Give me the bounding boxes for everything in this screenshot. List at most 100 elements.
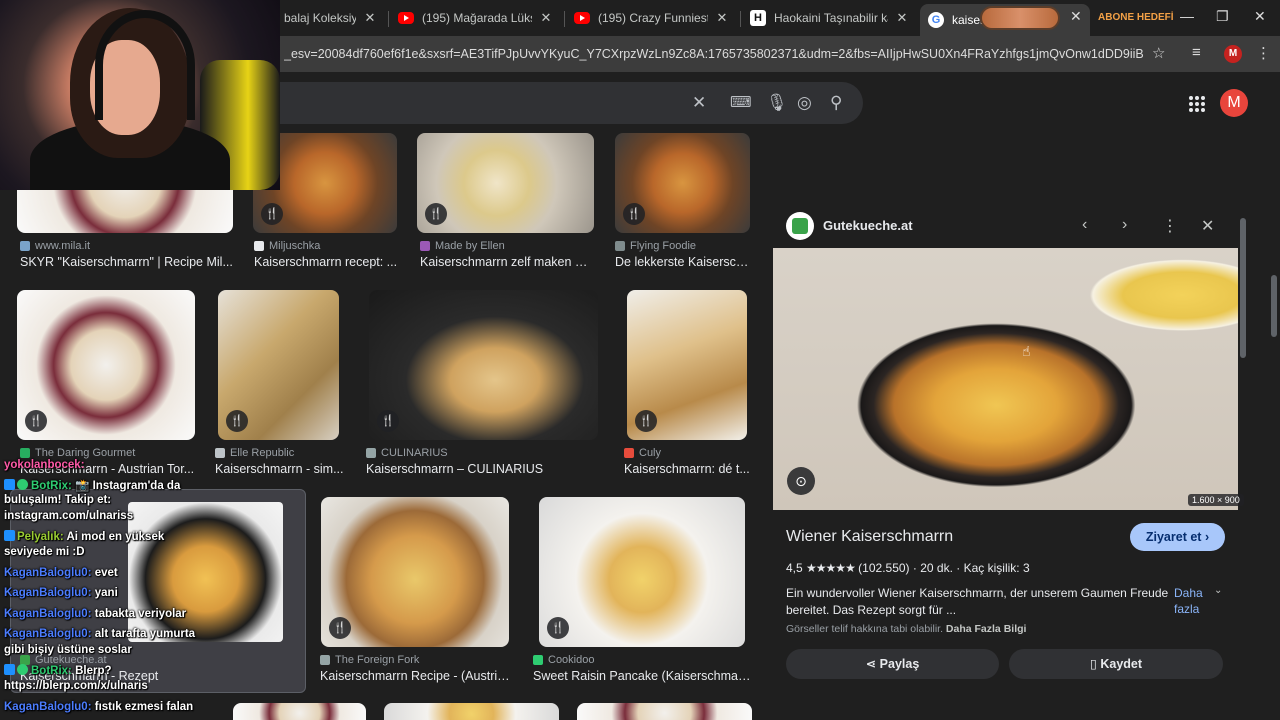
tab-1[interactable]: (195) Mağarada Lüks Akşa ✕ — [390, 4, 562, 32]
recipe-badge-icon: 🍴 — [623, 203, 645, 225]
rating-value: 4,5 — [786, 561, 803, 575]
chat-username: KaganBaloglu0: — [4, 628, 92, 640]
result-image[interactable] — [384, 703, 559, 720]
account-avatar[interactable]: M — [1220, 89, 1248, 117]
search-input[interactable] — [200, 82, 863, 124]
result-title[interactable]: Kaiserschmarrn: dé t... — [624, 462, 752, 476]
close-icon[interactable]: ✕ — [1070, 8, 1082, 25]
source-label: Cookidoo — [548, 654, 595, 666]
recipe-badge-icon: 🍴 — [425, 203, 447, 225]
stream-goal-bar — [980, 6, 1060, 30]
clear-search-icon[interactable]: ✕ — [692, 93, 706, 113]
close-icon[interactable]: ✕ — [538, 10, 554, 26]
keyboard-icon[interactable]: ⌨ — [730, 93, 752, 111]
next-icon[interactable]: › — [1122, 216, 1127, 234]
tab-2[interactable]: (195) Crazy Funniest Video ✕ — [566, 4, 738, 32]
chat-line: buluşalım! Takip et: — [4, 494, 111, 506]
save-label: Kaydet — [1100, 657, 1143, 671]
close-icon[interactable]: ✕ — [362, 10, 378, 26]
site-favicon — [420, 241, 430, 251]
moderator-badge-icon — [4, 664, 15, 675]
result-source: Culy — [624, 447, 661, 459]
panel-scrollbar[interactable] — [1240, 218, 1246, 358]
cook-time: 20 dk. — [920, 561, 953, 575]
site-favicon — [533, 655, 543, 665]
result-title[interactable]: Kaiserschmarrn zelf maken m... — [420, 255, 595, 269]
recipe-badge-icon: 🍴 — [329, 617, 351, 639]
result-title[interactable]: De lekkerste Kaiserschm... — [615, 255, 753, 269]
source-label: Culy — [639, 447, 662, 459]
site-favicon — [366, 448, 376, 458]
browser-menu-icon[interactable]: ⋮ — [1256, 44, 1271, 62]
browser-profile-avatar[interactable]: M — [1224, 45, 1242, 63]
close-icon[interactable]: ✕ — [894, 10, 910, 26]
maximize-icon[interactable]: ❐ — [1216, 8, 1229, 25]
save-button[interactable]: ▯ Kaydet — [1009, 649, 1223, 679]
lens-icon[interactable]: ◎ — [797, 93, 812, 113]
previous-icon[interactable]: ‹ — [1082, 216, 1087, 234]
lens-search-icon[interactable]: ⊙ — [787, 467, 815, 495]
result-source: Miljuschka — [254, 240, 320, 252]
address-bar[interactable]: _esv=20084df760ef6f1e&sxsrf=AE3TifPJpUvv… — [284, 47, 1144, 61]
tab-title: (195) Mağarada Lüks Akşa — [422, 11, 532, 25]
chat-username: KaganBaloglu0: — [4, 701, 92, 713]
moderator-badge-icon — [4, 530, 15, 541]
more-link[interactable]: Daha fazla — [1174, 585, 1208, 617]
chat-message: 📸 Instagram'da da — [75, 480, 181, 492]
servings: Kaç kişilik: 3 — [963, 561, 1030, 575]
result-image[interactable]: 🍴 — [615, 133, 750, 233]
result-title[interactable]: SKYR "Kaiserschmarrn" | Recipe Mil... — [20, 255, 235, 269]
source-label: Made by Ellen — [435, 240, 505, 252]
result-source: www.mila.it — [20, 240, 90, 252]
chat-line: KaganBaloglu0: yani — [4, 587, 118, 599]
tab-3[interactable]: H Haokaini Taşınabilir kapı ki ✕ — [742, 4, 918, 32]
close-icon[interactable]: ✕ — [714, 10, 730, 26]
headset — [95, 10, 195, 120]
result-title[interactable]: Sweet Raisin Pancake (Kaiserschmarr... — [533, 669, 751, 683]
recipe-badge-icon: 🍴 — [25, 410, 47, 432]
chat-username: BotRix: — [31, 480, 72, 492]
more-options-icon[interactable]: ⋮ — [1162, 216, 1178, 236]
result-image[interactable]: 🍴 — [369, 290, 598, 440]
result-image[interactable]: 🍴 — [321, 497, 509, 647]
media-control-icon[interactable]: ≡ — [1192, 44, 1201, 61]
chat-line: KaganBaloglu0: evet — [4, 567, 118, 579]
bookmark-star-icon[interactable]: ☆ — [1152, 44, 1165, 62]
result-image[interactable]: 🍴 — [627, 290, 747, 440]
chat-message: buluşalım! Takip et: — [4, 494, 112, 506]
microphone-icon[interactable]: 🎙 — [766, 93, 788, 113]
google-icon: G — [928, 12, 944, 28]
result-image[interactable]: 🍴 — [417, 133, 594, 233]
apps-grid-icon[interactable] — [1189, 96, 1205, 112]
result-title[interactable]: Kaiserschmarrn recept: ... — [254, 255, 399, 269]
window-close-icon[interactable]: ✕ — [1254, 8, 1266, 25]
source-label: CULINARIUS — [381, 447, 448, 459]
minimize-icon[interactable]: — — [1180, 8, 1194, 24]
tab-title: balaj Koleksiyonc — [284, 11, 356, 25]
page-scrollbar[interactable] — [1271, 275, 1277, 337]
chat-username: KaganBaloglu0: — [4, 587, 92, 599]
chat-line: Pelyalık: Ai mod en yüksek — [4, 530, 164, 543]
result-title[interactable]: Kaiserschmarrn – CULINARIUS — [366, 462, 601, 476]
result-image[interactable] — [577, 703, 752, 720]
tab-0[interactable]: balaj Koleksiyonc ✕ — [276, 4, 386, 32]
more-info-link[interactable]: Daha Fazla Bilgi — [946, 623, 1027, 635]
result-image[interactable]: 🍴 — [218, 290, 339, 440]
recipe-badge-icon: 🍴 — [226, 410, 248, 432]
result-image[interactable]: 🍴 — [17, 290, 195, 440]
visit-button[interactable]: Ziyaret et › — [1130, 523, 1225, 551]
share-button[interactable]: ⋖ Paylaş — [786, 649, 999, 679]
site-favicon — [624, 448, 634, 458]
share-icon: ⋖ — [865, 657, 877, 671]
result-image[interactable]: 🍴 — [539, 497, 745, 647]
chat-line: BotRix: 📸 Instagram'da da — [4, 478, 180, 492]
result-title[interactable]: Kaiserschmarrn Recipe - (Austria... — [320, 669, 512, 683]
close-panel-icon[interactable]: ✕ — [1201, 216, 1214, 236]
site-favicon — [254, 241, 264, 251]
youtube-icon — [398, 12, 414, 24]
chevron-down-icon[interactable]: ⌄ — [1214, 585, 1222, 596]
search-icon[interactable]: ⚲ — [830, 93, 842, 113]
haokaini-icon: H — [750, 10, 766, 26]
hero-image[interactable] — [773, 248, 1238, 510]
site-name[interactable]: Gutekueche.at — [823, 218, 913, 233]
